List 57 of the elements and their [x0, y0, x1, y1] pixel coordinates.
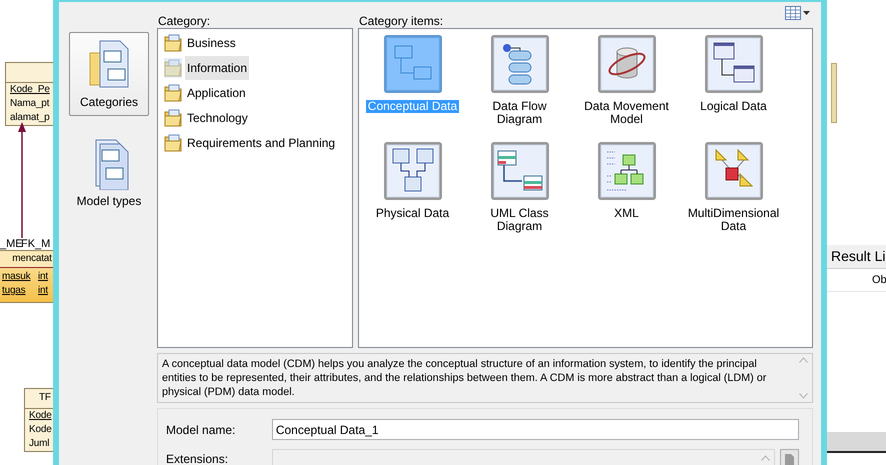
document-icon — [784, 452, 796, 465]
list-label: Category: — [157, 13, 212, 28]
diagram-icon — [704, 34, 764, 94]
model-type-item[interactable]: Logical Data — [680, 34, 787, 141]
nav-button[interactable]: Categories — [69, 32, 149, 116]
status-bar — [826, 432, 886, 453]
field-label: Model name: — [166, 422, 236, 438]
nav-button[interactable]: Model types — [69, 131, 149, 215]
tree-diagram-icon — [596, 141, 656, 201]
category-item[interactable]: Requirements and Planning — [158, 130, 352, 155]
folder-icon — [164, 82, 182, 102]
model-type-item[interactable]: Data Movement Model — [573, 34, 680, 141]
attribute-name: Kode — [29, 410, 52, 421]
folder-icon — [164, 132, 182, 152]
tables-icon — [382, 141, 442, 201]
panel-title: Result Li — [826, 245, 886, 268]
scroll-down-icon — [799, 393, 808, 399]
category-item[interactable]: Business — [158, 30, 352, 55]
attribute-name: masuk — [2, 270, 32, 284]
folder-icon — [164, 108, 182, 128]
category-item[interactable]: Information — [158, 55, 352, 80]
scroll-up-icon — [761, 454, 770, 462]
attribute-type: int — [38, 271, 48, 282]
scroll-up-icon — [799, 357, 808, 363]
category-item[interactable]: Application — [158, 80, 352, 105]
attribute-name: Juml — [29, 438, 50, 449]
model-type-item[interactable]: XML — [573, 141, 680, 248]
entity-name: TF — [39, 392, 51, 403]
description-text: A conceptual data model (CDM) helps you analyze the conceptual structure of an information system, to identify the principal entities to be represented, their attributes, and the relationships between them. A CDM is more abstract than a logical (LDM) or physical (PDM) data model. — [161, 357, 768, 400]
model-type-item[interactable]: Data Flow Diagram — [466, 34, 573, 141]
model-name-field[interactable]: Conceptual Data_1 — [272, 419, 799, 440]
attribute-name: alamat_p — [10, 112, 50, 123]
model-type-item[interactable]: UML Class Diagram — [466, 141, 573, 248]
cube-icon — [704, 141, 764, 201]
attribute-type: int — [38, 285, 48, 296]
link-label: FK_M — [21, 237, 50, 252]
folder-icon — [164, 58, 182, 78]
list-label: Category items: — [358, 13, 444, 28]
entity-box — [831, 63, 837, 123]
view-options-button[interactable] — [782, 4, 813, 22]
attribute-name: Kode — [29, 424, 52, 435]
attribute-name: Kode_Pe — [10, 84, 50, 95]
model-type-item[interactable]: Physical Data — [359, 141, 466, 248]
folder-icon — [164, 32, 182, 52]
model-type-item[interactable]: MultiDimensional Data — [680, 141, 787, 248]
field-label: Extensions: — [166, 451, 230, 465]
category-item[interactable]: Technology — [158, 105, 352, 130]
class-diagram-icon — [490, 141, 550, 201]
entity-name: mencatat — [12, 253, 52, 264]
caret-icon — [803, 11, 810, 15]
diagram-icon — [382, 34, 442, 94]
link-label: _ME — [0, 237, 23, 252]
flowchart-icon — [490, 34, 550, 94]
database-icon — [596, 34, 656, 94]
attribute-name: tugas — [2, 284, 26, 298]
attribute-name: Nama_pt — [10, 98, 50, 109]
grid-view-icon — [785, 6, 801, 20]
